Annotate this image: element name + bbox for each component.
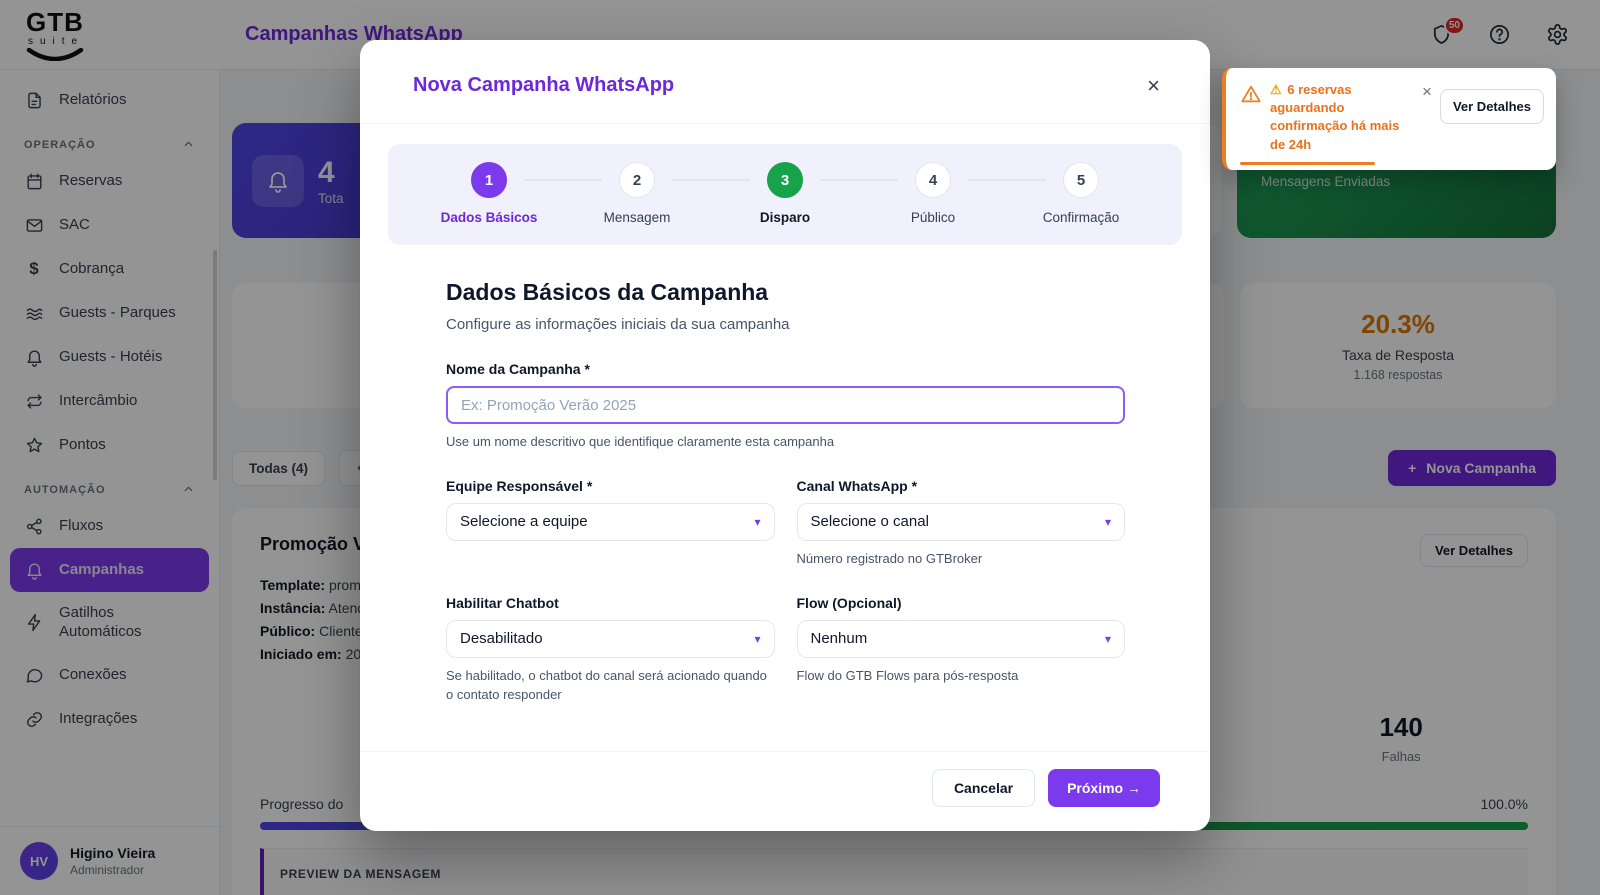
- close-icon[interactable]: ×: [1147, 74, 1160, 97]
- equipe-label: Equipe Responsável *: [446, 477, 593, 494]
- campaign-name-label: Nome da Campanha *: [446, 361, 590, 377]
- chatbot-label: Habilitar Chatbot: [446, 594, 559, 611]
- step-dados-basicos[interactable]: 1 Dados Básicos: [441, 162, 537, 225]
- chevron-down-icon: ▾: [1104, 631, 1111, 646]
- flow-label: Flow (Opcional): [796, 594, 902, 611]
- canal-select[interactable]: Selecione o canal ▾: [796, 502, 1125, 541]
- step-disparo[interactable]: 3 Disparo: [750, 162, 820, 225]
- canal-label: Canal WhatsApp *: [796, 477, 918, 494]
- equipe-select[interactable]: Selecione a equipe ▾: [446, 502, 775, 541]
- modal-header: Nova Campanha WhatsApp ×: [360, 40, 1210, 124]
- form-section-title: Dados Básicos da Campanha: [446, 279, 769, 305]
- app-screen: GTB suite Campanhas WhatsApp 50 Relatóri…: [0, 0, 1600, 895]
- step-connector: [820, 179, 898, 181]
- step-publico[interactable]: 4 Público: [898, 162, 968, 225]
- modal-title: Nova Campanha WhatsApp: [413, 74, 675, 96]
- new-campaign-modal: Nova Campanha WhatsApp × 1 Dados Básicos…: [360, 40, 1210, 831]
- form-section-subtitle: Configure as informações iniciais da sua…: [446, 316, 790, 333]
- chevron-down-icon: ▾: [1104, 514, 1111, 529]
- cancel-button[interactable]: Cancelar: [931, 769, 1036, 807]
- flow-select[interactable]: Nenhum ▾: [796, 619, 1125, 658]
- warning-triangle-icon: [1241, 85, 1261, 103]
- toast-details-button[interactable]: Ver Detalhes: [1439, 89, 1544, 124]
- warning-emoji-icon: ⚠: [1270, 82, 1282, 97]
- step-mensagem[interactable]: 2 Mensagem: [602, 162, 672, 225]
- chatbot-helper: Se habilitado, o chatbot do canal será a…: [446, 667, 767, 702]
- modal-footer: Cancelar Próximo →: [360, 751, 1210, 831]
- step-connector: [524, 179, 602, 181]
- step-wizard: 1 Dados Básicos 2 Mensagem 3 Disparo 4 P…: [388, 144, 1182, 245]
- modal-body: Dados Básicos da Campanha Configure as i…: [360, 245, 1210, 751]
- chevron-down-icon: ▾: [754, 514, 761, 529]
- toast-timer-bar: [1240, 161, 1375, 165]
- toast-close-icon[interactable]: ×: [1422, 83, 1432, 100]
- chevron-down-icon: ▾: [754, 631, 761, 646]
- flow-helper: Flow do GTB Flows para pós-resposta: [796, 667, 1019, 683]
- canal-helper: Número registrado no GTBroker: [796, 550, 983, 566]
- step-connector: [968, 179, 1046, 181]
- toast-message: ⚠ 6 reservas aguardando confirmação há m…: [1270, 82, 1400, 152]
- step-connector: [672, 179, 750, 181]
- warning-toast: ⚠ 6 reservas aguardando confirmação há m…: [1222, 68, 1556, 170]
- next-button[interactable]: Próximo →: [1048, 769, 1160, 807]
- step-confirmacao[interactable]: 5 Confirmação: [1043, 162, 1119, 225]
- campaign-name-helper: Use um nome descritivo que identifique c…: [446, 434, 835, 449]
- campaign-name-input[interactable]: [446, 386, 1125, 424]
- chatbot-select[interactable]: Desabilitado ▾: [446, 619, 775, 658]
